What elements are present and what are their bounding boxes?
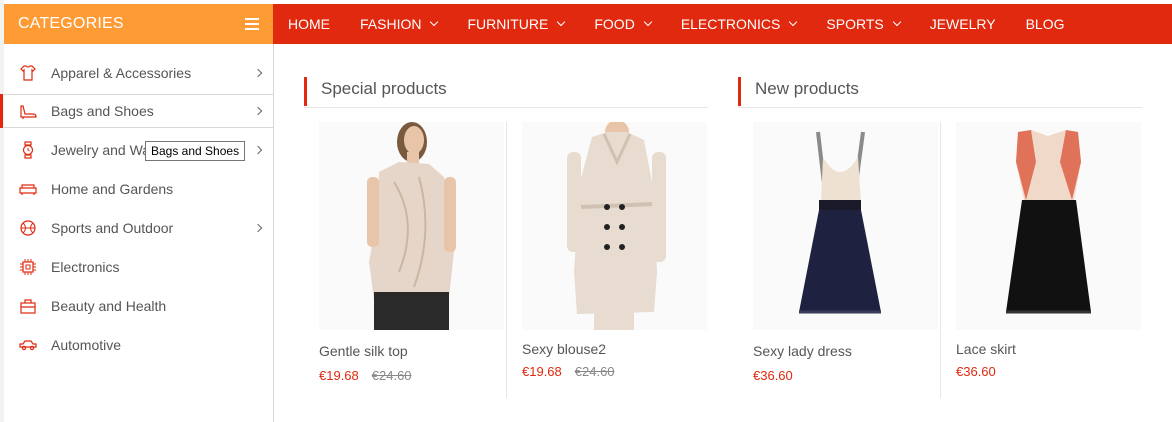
section-accent-bar (304, 77, 307, 106)
nav-sports[interactable]: SPORTS (826, 16, 901, 32)
chevron-down-icon (892, 17, 901, 27)
shoe-icon (18, 101, 38, 121)
main-navigation: HOME FASHION FURNITURE FOOD ELECTRONICS … (273, 4, 1172, 44)
nav-blog[interactable]: BLOG (1026, 16, 1065, 32)
product-card[interactable]: Sexy blouse2 €19.68 €24.60 (522, 122, 722, 398)
categories-sidebar: Apparel & Accessories Bags and Shoes Jew… (0, 44, 274, 422)
sidebar-item-apparel[interactable]: Apparel & Accessories (4, 53, 273, 92)
product-card[interactable]: Gentle silk top €19.68 €24.60 (319, 122, 519, 398)
sidebar-item-beauty-health[interactable]: Beauty and Health (4, 286, 273, 325)
new-products-header: New products (738, 77, 1142, 108)
chevron-down-icon (643, 17, 653, 27)
product-divider (506, 122, 507, 398)
product-card[interactable]: Lace skirt €36.60 (956, 122, 1156, 398)
chevron-down-icon (557, 17, 566, 27)
nav-label: HOME (288, 16, 330, 32)
car-icon (18, 335, 38, 355)
product-card[interactable]: Sexy lady dress €36.60 (753, 122, 953, 398)
sidebar-item-label: Apparel & Accessories (51, 64, 192, 81)
sidebar-item-label: Home and Gardens (51, 180, 174, 197)
product-image-blouse[interactable] (522, 122, 707, 330)
nav-label: SPORTS (826, 16, 884, 32)
chevron-right-icon (253, 68, 263, 77)
chevron-down-icon (430, 17, 439, 27)
section-title: Special products (321, 79, 447, 98)
sidebar-item-home-gardens[interactable]: Home and Gardens (4, 169, 273, 208)
sidebar-item-bags-shoes[interactable]: Bags and Shoes (0, 94, 273, 128)
product-divider (940, 122, 941, 398)
product-image-lace-skirt[interactable] (956, 122, 1141, 330)
nav-home[interactable]: HOME (288, 16, 330, 32)
nav-fashion[interactable]: FASHION (360, 16, 439, 32)
product-name[interactable]: Sexy lady dress (753, 343, 852, 359)
nav-electronics[interactable]: ELECTRONICS (680, 16, 798, 32)
product-price: €36.60 (956, 364, 996, 379)
section-title: New products (755, 79, 859, 98)
chevron-right-icon (253, 106, 263, 116)
product-prices: €19.68 €24.60 (522, 364, 615, 379)
product-price: €19.68 (319, 368, 359, 383)
sidebar-item-label: Electronics (51, 258, 120, 275)
product-image-silk-top[interactable] (319, 122, 504, 330)
chevron-right-icon (253, 223, 263, 232)
special-products-header: Special products (304, 77, 708, 108)
nav-label: FURNITURE (467, 16, 549, 32)
product-name[interactable]: Lace skirt (956, 341, 1016, 357)
product-price: €36.60 (753, 368, 793, 383)
chevron-right-icon (253, 145, 263, 154)
nav-label: ELECTRONICS (680, 16, 781, 32)
nav-label: FOOD (594, 16, 635, 32)
nav-label: JEWELRY (929, 16, 996, 32)
sidebar-item-label: Bags and Shoes (51, 103, 154, 119)
nav-furniture[interactable]: FURNITURE (467, 16, 566, 32)
product-prices: €36.60 (753, 368, 793, 383)
sidebar-item-sports-outdoor[interactable]: Sports and Outdoor (4, 208, 273, 247)
page: CATEGORIES HOME FASHION FURNITURE FOOD E… (0, 0, 1172, 422)
sidebar-item-label: Automotive (51, 336, 122, 353)
sidebar-item-automotive[interactable]: Automotive (4, 325, 273, 364)
section-accent-bar (738, 77, 741, 106)
nav-label: FASHION (360, 16, 422, 32)
briefcase-icon (18, 296, 38, 316)
sidebar-item-electronics[interactable]: Electronics (4, 247, 273, 286)
sidebar-item-label: Beauty and Health (51, 297, 167, 314)
hamburger-icon[interactable] (245, 18, 259, 30)
product-name[interactable]: Gentle silk top (319, 343, 408, 359)
tshirt-icon (18, 63, 38, 83)
sofa-icon (18, 179, 38, 199)
nav-label: BLOG (1025, 16, 1065, 32)
categories-title: CATEGORIES (18, 15, 124, 32)
nav-food[interactable]: FOOD (594, 16, 653, 32)
watch-icon (18, 140, 38, 160)
chip-icon (18, 257, 38, 277)
sidebar-item-label: Sports and Outdoor (51, 219, 174, 236)
product-old-price: €24.60 (574, 364, 615, 379)
product-image-lady-dress[interactable] (753, 122, 938, 330)
product-prices: €19.68 €24.60 (319, 368, 412, 383)
product-prices: €36.60 (956, 364, 996, 379)
nav-jewelry[interactable]: JEWELRY (930, 16, 996, 32)
tooltip: Bags and Shoes (145, 141, 246, 161)
product-name[interactable]: Sexy blouse2 (522, 341, 606, 357)
chevron-down-icon (789, 17, 798, 27)
categories-header[interactable]: CATEGORIES (4, 4, 273, 44)
product-old-price: €24.60 (371, 368, 412, 383)
product-price: €19.68 (522, 364, 562, 379)
ball-icon (18, 218, 38, 238)
